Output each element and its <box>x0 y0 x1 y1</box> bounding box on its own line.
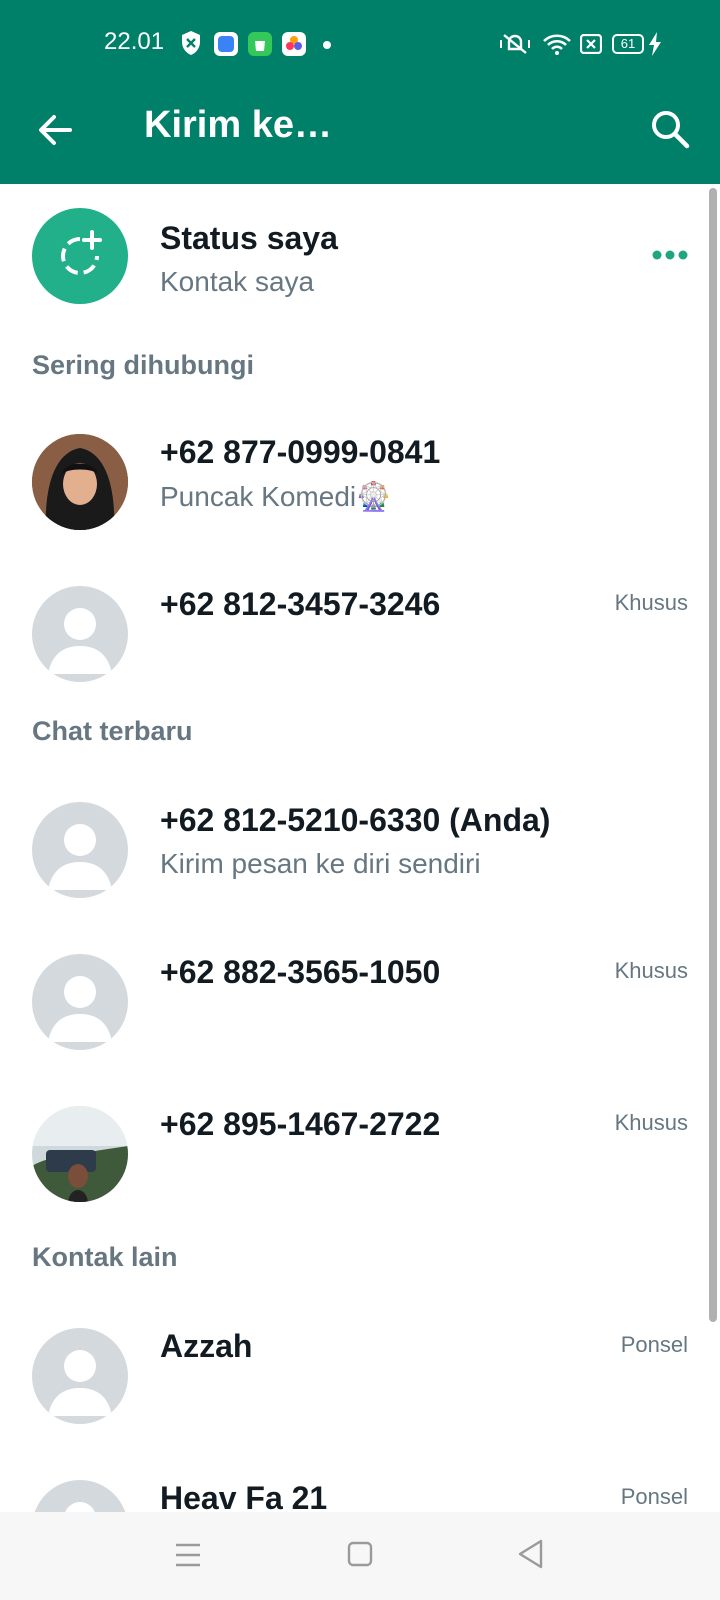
my-status-row[interactable]: Status saya Kontak saya <box>0 190 700 342</box>
contact-row[interactable]: Azzah Ponsel <box>0 1300 700 1452</box>
contact-list[interactable]: Status saya Kontak saya Sering dihubungi… <box>0 184 720 1512</box>
avatar <box>32 954 128 1050</box>
contact-tag: Khusus <box>614 1110 688 1135</box>
more-notifications-dot-icon <box>323 41 331 49</box>
contact-name: +62 882-3565-1050 <box>160 954 441 990</box>
contact-row[interactable]: +62 812-3457-3246 Khusus <box>0 558 700 710</box>
menu-icon[interactable] <box>174 1542 202 1568</box>
app-header: 22.01 61 Kirim ke… <box>0 0 720 184</box>
default-avatar-icon <box>48 824 112 890</box>
contact-name: +62 812-3457-3246 <box>160 586 441 622</box>
contact-tag: Ponsel <box>620 1332 688 1357</box>
back-triangle-icon[interactable] <box>516 1538 546 1570</box>
avatar <box>32 586 128 682</box>
contact-row[interactable]: +62 877-0999-0841 Puncak Komedi🎡 <box>0 406 700 558</box>
avatar <box>32 802 128 898</box>
home-icon[interactable] <box>346 1540 374 1568</box>
vibrate-mute-icon <box>500 34 530 54</box>
section-recent: Chat terbaru <box>32 716 193 746</box>
my-status-subtitle: Kontak saya <box>160 266 315 297</box>
contact-tag: Khusus <box>614 590 688 615</box>
default-avatar-icon <box>48 976 112 1042</box>
no-sim-icon <box>580 34 602 54</box>
avatar <box>32 1328 128 1424</box>
contact-row[interactable]: +62 812-5210-6330 (Anda) Kirim pesan ke … <box>0 774 700 926</box>
contact-subtitle: Kirim pesan ke diri sendiri <box>160 848 481 879</box>
charging-icon <box>649 32 661 56</box>
contact-name: Heav Fa 21 <box>160 1480 328 1512</box>
wifi-icon <box>543 34 571 55</box>
contact-name: Azzah <box>160 1328 253 1364</box>
avatar <box>32 1106 128 1202</box>
contact-row[interactable]: +62 882-3565-1050 Khusus <box>0 926 700 1078</box>
system-nav-bar <box>0 1512 720 1600</box>
contact-row[interactable]: Heav Fa 21 Ponsel <box>0 1452 700 1512</box>
section-frequent: Sering dihubungi <box>32 350 254 380</box>
shop-notification-icon <box>248 32 272 56</box>
my-status-title: Status saya <box>160 220 338 256</box>
section-others: Kontak lain <box>32 1242 178 1272</box>
more-icon[interactable] <box>652 248 688 262</box>
contact-subtitle: Puncak Komedi🎡 <box>160 481 391 512</box>
page-title: Kirim ke… <box>144 104 332 146</box>
status-add-icon <box>61 230 102 275</box>
battery-icon: 61 <box>612 34 644 54</box>
default-avatar-icon <box>48 1350 112 1416</box>
avatar <box>32 1480 128 1512</box>
default-avatar-icon <box>48 608 112 674</box>
scrollbar[interactable] <box>709 188 717 1322</box>
status-time: 22.01 <box>104 28 165 55</box>
app-notification-icon <box>214 32 238 56</box>
avatar <box>32 434 128 530</box>
contact-name: +62 895-1467-2722 <box>160 1106 441 1142</box>
status-avatar <box>32 208 128 304</box>
contact-tag: Khusus <box>614 958 688 983</box>
status-bar: 22.01 61 <box>0 0 720 90</box>
contact-row[interactable]: +62 895-1467-2722 Khusus <box>0 1078 700 1230</box>
default-avatar-icon <box>65 1502 95 1512</box>
contact-tag: Ponsel <box>620 1484 688 1509</box>
shield-icon <box>182 31 200 55</box>
contact-name: +62 877-0999-0841 <box>160 434 441 470</box>
back-arrow-icon[interactable] <box>30 104 82 156</box>
contact-name: +62 812-5210-6330 (Anda) <box>160 802 551 838</box>
battery-level: 61 <box>620 36 636 51</box>
search-icon[interactable] <box>644 104 696 156</box>
photos-notification-icon <box>282 32 306 56</box>
